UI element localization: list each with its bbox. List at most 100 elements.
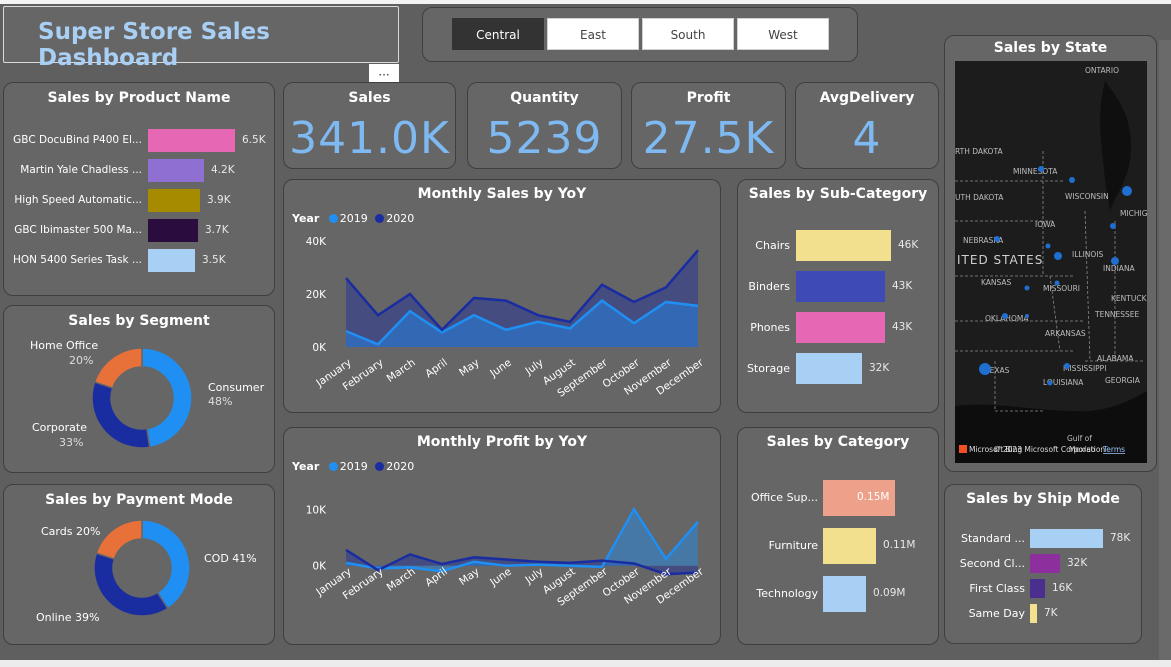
state-sales-map[interactable]: ONTARIO RTH DAKOTA MINNESOTA UTH DAKOTA WISC… [955,61,1147,463]
kpi-card-profit[interactable]: Profit 27.5K [631,82,786,169]
donut-slice [93,552,169,617]
kpi-card-avg-delivery[interactable]: AvgDelivery 4 [795,82,939,169]
segment-pct-corporate: 33% [59,436,84,449]
bar-category-label: Second Cl... [959,556,1025,570]
bar-category-label: First Class [969,581,1025,595]
payment-label-online: Online 39% [36,611,100,624]
state-sales-bubble[interactable] [1045,243,1051,249]
product-sales-card[interactable]: Sales by Product Name GBC DocuBind P400 … [3,82,275,296]
bar-value-label: 0.09M [873,587,906,599]
map-place-label: TENNESSEE [1094,310,1140,319]
bar-mark [148,189,200,212]
state-sales-bubble[interactable] [1047,380,1053,386]
donut-slice [95,519,143,560]
bar-category-label: Same Day [968,606,1025,620]
bar-category-label: Chairs [755,238,790,252]
bar-category-label: Technology [756,587,818,600]
monthly-profit-card[interactable]: Monthly Profit by YoY Year 2019 2020 10K… [283,427,721,645]
state-sales-bubble[interactable] [1054,280,1060,286]
donut-slice [141,519,191,610]
bar-category-label: GBC DocuBind P400 El... [13,133,142,146]
bar-mark [148,129,235,152]
payment-label-cod: COD 41% [204,552,257,565]
category-sales-card[interactable]: Sales by Category Office Sup... 0.15M Furn… [737,427,939,645]
kpi-label: Sales [348,90,391,106]
card-title: Sales by Sub-Category [748,186,928,202]
y-tick-label: 0K [312,561,327,573]
bar-value-label: 3.7K [205,223,229,236]
bar-category-label: Phones [750,320,790,334]
state-sales-bubble[interactable] [994,236,1000,242]
segment-sales-card[interactable]: Sales by Segment Home Office 20% Consume… [3,305,275,473]
state-sales-bubble[interactable] [1069,177,1075,183]
region-button-east[interactable]: East [547,18,639,50]
bar-category-label: Storage [746,361,790,375]
state-sales-bubble[interactable] [1002,313,1008,319]
x-tick-label: June [487,566,513,590]
monthly-sales-card[interactable]: Monthly Sales by YoY Year 2019 2020 40K 2… [283,179,721,413]
map-terms-link[interactable]: Terms [1102,445,1125,454]
map-place-label: ITED STATES [957,253,1043,267]
card-title: Sales by Product Name [47,90,231,106]
bar-value-label: 3.9K [207,193,231,206]
x-tick-label: March [385,566,418,594]
right-pane-strip [1159,40,1171,660]
bar-value-label: 3.5K [202,253,226,266]
bar-value-label: 78K [1110,531,1131,544]
state-sales-bubble[interactable] [1122,186,1132,196]
dashboard-title-box[interactable]: Super Store Sales Dashboard [3,6,399,71]
x-tick-label: May [457,566,482,588]
state-sales-bubble[interactable] [1064,363,1070,369]
x-tick-label: July [523,357,546,378]
region-button-central[interactable]: Central [452,18,544,50]
y-tick-label: 40K [306,236,327,248]
map-place-label: WISCONSIN [1065,192,1109,201]
region-button-west[interactable]: West [737,18,829,50]
segment-pct-home-office: 20% [69,354,94,367]
top-menu-strip [0,0,1171,4]
state-sales-bubble[interactable] [1110,223,1116,229]
payment-sales-card[interactable]: Sales by Payment Mode Cards 20% COD 41% … [3,484,275,645]
state-sales-bubble[interactable] [1038,166,1044,172]
segment-label-home-office: Home Office [30,339,99,352]
bar-value-label: 43K [892,320,913,333]
state-sales-bubble[interactable] [1024,285,1030,291]
bar-value-label: 32K [869,361,890,374]
map-place-label: INDIANA [1103,264,1136,273]
kpi-value: 4 [852,113,882,164]
state-sales-bubble[interactable] [1054,252,1062,260]
bar-value-label: 16K [1052,581,1073,594]
segment-label-consumer: Consumer [208,381,265,394]
x-tick-label: June [487,357,513,381]
bottom-status-strip [0,660,1171,667]
region-slicer: Central East South West [422,7,858,62]
bar-value-label: 32K [1067,556,1088,569]
bar-category-label: High Speed Automatic... [14,193,142,206]
x-tick-label: March [385,357,418,385]
bar-mark [1030,604,1037,623]
y-tick-label: 10K [306,504,327,516]
map-place-label: KENTUCK [1111,294,1147,303]
bar-mark [823,576,866,612]
kpi-value: 5239 [486,113,603,164]
y-tick-label: 20K [306,289,327,301]
bar-category-label: GBC Ibimaster 500 Ma... [14,223,142,236]
bar-mark [796,230,891,261]
x-tick-label: April [423,357,450,381]
state-sales-bubble[interactable] [979,363,991,375]
map-place-label: GEORGIA [1105,376,1141,385]
card-title: Sales by Ship Mode [966,491,1120,507]
microsoft-logo-icon [959,445,967,453]
x-tick-label: May [457,357,482,379]
kpi-card-sales[interactable]: Sales 341.0K [283,82,456,169]
kpi-card-quantity[interactable]: Quantity 5239 [467,82,622,169]
map-place-label: Gulf of [1067,434,1092,443]
state-sales-bubble[interactable] [1025,314,1029,318]
region-button-south[interactable]: South [642,18,734,50]
subcategory-sales-card[interactable]: Sales by Sub-Category Chairs 46K Binders 43… [737,179,939,413]
bar-category-label: Standard ... [960,531,1025,545]
shipmode-sales-card[interactable]: Sales by Ship Mode Standard ... 78K Second… [944,484,1142,644]
state-sales-map-card[interactable]: Sales by State ONTARIO RTH DAKOTA MINNESOT… [944,35,1157,472]
state-sales-bubble[interactable] [1111,257,1119,265]
segment-label-corporate: Corporate [32,421,87,434]
